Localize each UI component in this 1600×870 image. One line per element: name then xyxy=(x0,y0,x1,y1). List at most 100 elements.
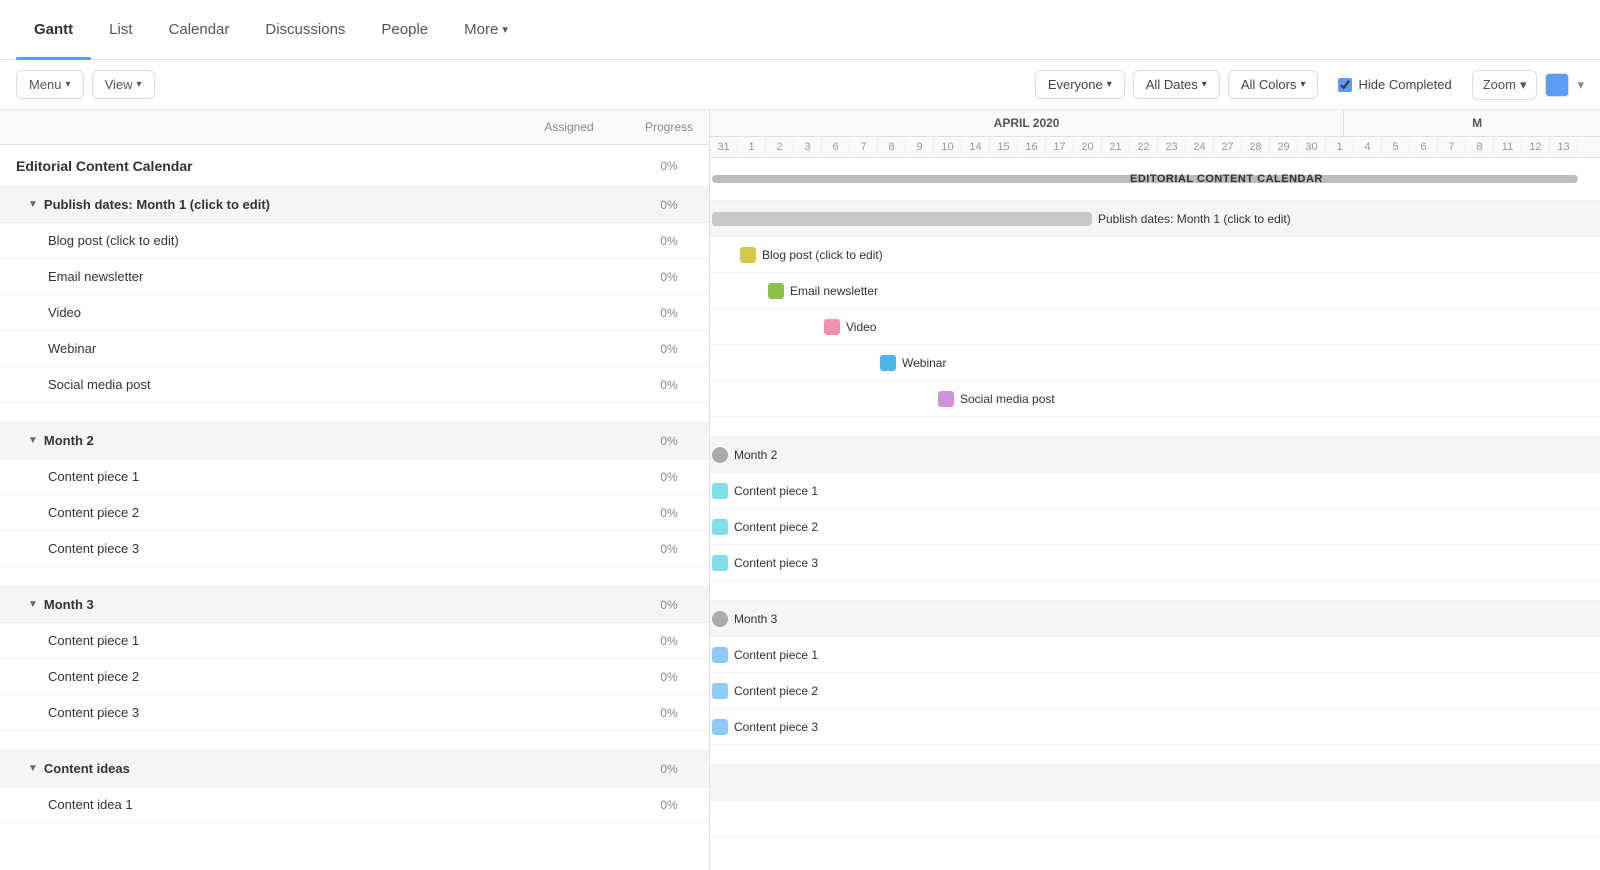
days-row: 31 1 2 3 6 7 8 9 10 14 15 16 17 20 21 22 xyxy=(710,137,1600,157)
assigned-column-header: Assigned xyxy=(509,110,629,144)
table-row[interactable]: ▼ Month 3 0% xyxy=(0,587,709,623)
gantt-row: Content piece 3 xyxy=(710,545,1600,581)
nav-gantt[interactable]: Gantt xyxy=(16,0,91,60)
day-cell: 16 xyxy=(1018,137,1046,157)
progress-cell: 0% xyxy=(629,334,709,364)
main-content: Assigned Progress Editorial Content Cale… xyxy=(0,110,1600,870)
task-cell: Content piece 2 xyxy=(0,661,509,692)
table-row[interactable]: Content piece 1 0% xyxy=(0,459,709,495)
chevron-down-icon: ▾ xyxy=(1520,77,1527,93)
gantt-body: EDITORIAL CONTENT CALENDAR Publish dates… xyxy=(710,158,1600,837)
gantt-bar-label: Month 2 xyxy=(734,448,777,462)
month-block-may: M xyxy=(1344,110,1600,136)
hide-completed-label: Hide Completed xyxy=(1358,77,1451,92)
gantt-bar-label: Social media post xyxy=(960,392,1055,406)
nav-people[interactable]: People xyxy=(363,0,446,60)
color-swatch[interactable] xyxy=(1545,73,1569,97)
chevron-down-icon: ▾ xyxy=(1577,77,1584,93)
progress-cell: 0% xyxy=(629,151,709,181)
task-cell: Content piece 1 xyxy=(0,625,509,656)
nav-list[interactable]: List xyxy=(91,0,150,60)
gantt-header: APRIL 2020 M 31 1 2 3 6 7 8 9 10 14 15 1… xyxy=(710,110,1600,158)
hide-completed-checkbox[interactable] xyxy=(1338,78,1352,92)
day-cell: 8 xyxy=(1466,137,1494,157)
nav-calendar[interactable]: Calendar xyxy=(151,0,248,60)
day-cell: 31 xyxy=(710,137,738,157)
gantt-bar-label: Content piece 1 xyxy=(734,648,818,662)
task-name: Content piece 3 xyxy=(48,541,139,556)
gantt-row xyxy=(710,765,1600,801)
table-row[interactable]: Webinar 0% xyxy=(0,331,709,367)
table-row[interactable]: Blog post (click to edit) 0% xyxy=(0,223,709,259)
task-cell: Content piece 1 xyxy=(0,461,509,492)
assigned-cell xyxy=(509,377,629,393)
zoom-button[interactable]: Zoom ▾ xyxy=(1472,70,1538,100)
gantt-row: Webinar xyxy=(710,345,1600,381)
day-cell: 29 xyxy=(1270,137,1298,157)
chevron-down-icon: ▾ xyxy=(1107,79,1112,90)
view-button[interactable]: View ▾ xyxy=(92,70,155,99)
table-row[interactable]: ▼ Content ideas 0% xyxy=(0,751,709,787)
task-name: Content ideas xyxy=(44,761,130,776)
all-dates-filter[interactable]: All Dates ▾ xyxy=(1133,70,1220,99)
day-cell: 8 xyxy=(878,137,906,157)
column-headers: Assigned Progress xyxy=(0,110,709,145)
progress-cell: 0% xyxy=(629,662,709,692)
nav-discussions[interactable]: Discussions xyxy=(247,0,363,60)
assigned-cell xyxy=(509,705,629,721)
progress-cell: 0% xyxy=(629,698,709,728)
menu-button[interactable]: Menu ▾ xyxy=(16,70,84,99)
gantt-bar-label: Content piece 3 xyxy=(734,720,818,734)
gantt-row: EDITORIAL CONTENT CALENDAR xyxy=(710,158,1600,201)
gantt-bar-label: Publish dates: Month 1 (click to edit) xyxy=(1098,212,1291,226)
nav-calendar-label: Calendar xyxy=(169,21,230,38)
progress-cell: 0% xyxy=(629,262,709,292)
hide-completed-toggle[interactable]: Hide Completed xyxy=(1326,71,1463,98)
assigned-cell xyxy=(509,633,629,649)
assigned-cell xyxy=(509,305,629,321)
toolbar: Menu ▾ View ▾ Everyone ▾ All Dates ▾ All… xyxy=(0,60,1600,110)
gantt-row: Content piece 3 xyxy=(710,709,1600,745)
gantt-spacer xyxy=(710,581,1600,601)
assigned-cell xyxy=(509,158,629,174)
task-cell: Content piece 2 xyxy=(0,497,509,528)
table-row[interactable]: ▼ Publish dates: Month 1 (click to edit)… xyxy=(0,187,709,223)
day-cell: 7 xyxy=(1438,137,1466,157)
task-column-header xyxy=(0,110,509,144)
table-row[interactable]: Content piece 2 0% xyxy=(0,495,709,531)
menu-label: Menu xyxy=(29,77,62,92)
gantt-row: Publish dates: Month 1 (click to edit) xyxy=(710,201,1600,237)
gantt-bar-label: Blog post (click to edit) xyxy=(762,248,883,262)
gantt-row xyxy=(710,801,1600,837)
table-row[interactable]: Content piece 3 0% xyxy=(0,531,709,567)
gantt-row: Content piece 2 xyxy=(710,509,1600,545)
task-cell: ▼ Content ideas xyxy=(0,753,509,784)
table-row[interactable]: Video 0% xyxy=(0,295,709,331)
table-row[interactable]: ▼ Month 2 0% xyxy=(0,423,709,459)
task-name: Editorial Content Calendar xyxy=(16,158,193,174)
nav-more[interactable]: More ▾ xyxy=(446,0,526,60)
task-cell: Social media post xyxy=(0,369,509,400)
assigned-cell xyxy=(509,469,629,485)
table-row[interactable]: Content piece 3 0% xyxy=(0,695,709,731)
day-cell: 10 xyxy=(934,137,962,157)
table-row[interactable]: Content idea 1 0% xyxy=(0,787,709,823)
task-name: Month 2 xyxy=(44,433,94,448)
assigned-cell xyxy=(509,233,629,249)
table-row[interactable]: Social media post 0% xyxy=(0,367,709,403)
table-row[interactable]: Content piece 1 0% xyxy=(0,623,709,659)
progress-cell: 0% xyxy=(629,298,709,328)
chevron-down-icon: ▼ xyxy=(28,435,38,446)
progress-cell: 0% xyxy=(629,226,709,256)
task-cell: Editorial Content Calendar xyxy=(0,150,509,182)
table-row[interactable]: Email newsletter 0% xyxy=(0,259,709,295)
table-row[interactable]: Content piece 2 0% xyxy=(0,659,709,695)
table-row[interactable]: Editorial Content Calendar 0% xyxy=(0,145,709,187)
all-colors-filter[interactable]: All Colors ▾ xyxy=(1228,70,1319,99)
progress-cell: 0% xyxy=(629,190,709,220)
everyone-filter[interactable]: Everyone ▾ xyxy=(1035,70,1125,99)
assigned-cell xyxy=(509,761,629,777)
month-row: APRIL 2020 M xyxy=(710,110,1600,137)
gantt-bar-label: Content piece 2 xyxy=(734,684,818,698)
day-cell: 6 xyxy=(822,137,850,157)
